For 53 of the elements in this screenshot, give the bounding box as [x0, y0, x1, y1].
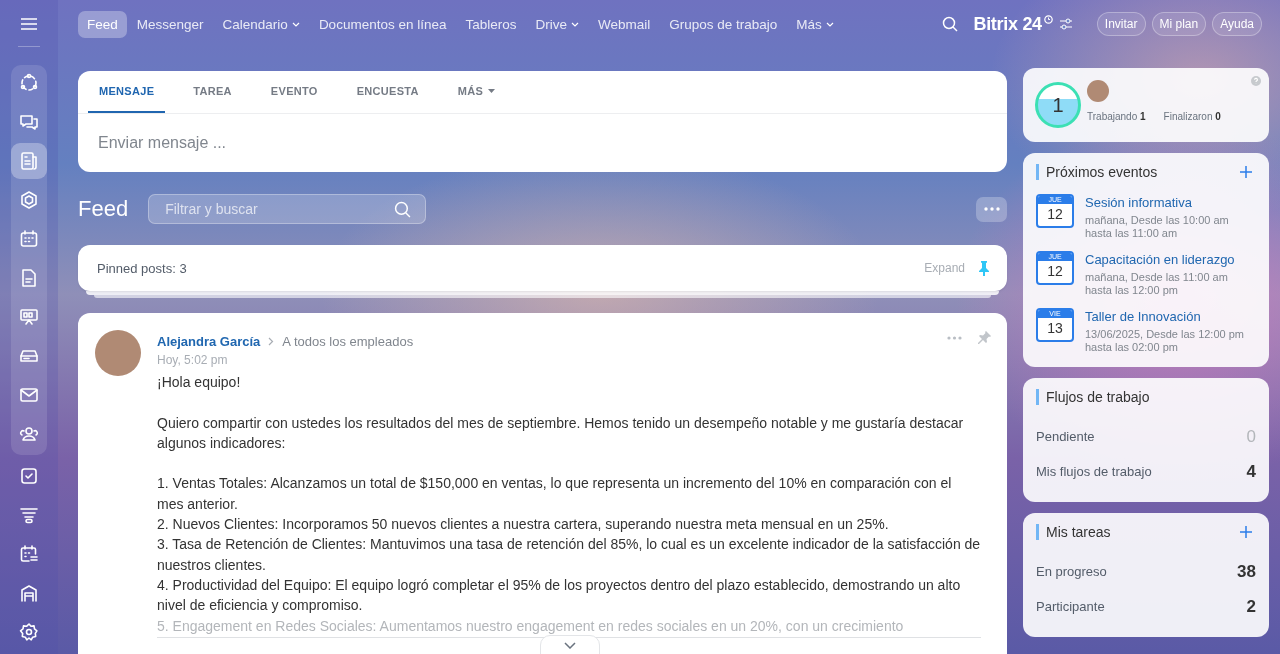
- worktime-stat: Finalizaron 0: [1163, 111, 1221, 122]
- header-button[interactable]: Invitar: [1096, 12, 1146, 36]
- search-input[interactable]: Filtrar y buscar: [163, 200, 395, 218]
- counter-label[interactable]: Pendiente: [1036, 429, 1095, 444]
- post-text: 1. Ventas Totales: Alcanzamos un total de $150,000 en ventas, lo que representa un incremento del 10% en comparación con el mes anterior.: [157, 474, 953, 514]
- header-button[interactable]: Mi plan: [1151, 12, 1207, 36]
- counter-label[interactable]: Participante: [1036, 599, 1105, 614]
- counter-value: 2: [1246, 596, 1256, 617]
- author-link[interactable]: Alejandra García: [157, 334, 261, 349]
- post-text: Quiero compartir con ustedes los resultados del mes de septiembre. Hemos tenido un desempeño notable y me gustaría destacar algunos indicadores:: [157, 413, 965, 453]
- event-time: mañana, Desde las 10:00 am hasta las 11:00 am: [1085, 214, 1230, 240]
- event-link[interactable]: Taller de Innovación: [1085, 308, 1256, 325]
- nav-tab[interactable]: Drive: [526, 10, 588, 38]
- message-input[interactable]: Enviar mensaje ...: [98, 134, 987, 152]
- nav-tab[interactable]: Feed: [78, 10, 127, 38]
- counter-value: 4: [1246, 461, 1256, 482]
- post-text: 2. Nuevos Clientes: Incorporamos 50 nuevos clientes a nuestra cartera, superando nuestra meta mensual en un 25%.: [157, 515, 890, 535]
- feed-title: Feed: [78, 196, 129, 222]
- nav-tab[interactable]: Messenger: [127, 10, 213, 38]
- counter-value: 0: [1246, 426, 1256, 447]
- post-text: 3. Tasa de Retención de Clientes: Mantuvimos una tasa de retención del 85%, lo cual es un excelente indicador de la satisfacción de nuestros clientes.: [157, 535, 981, 575]
- nav-tab[interactable]: Más: [787, 10, 843, 38]
- card-title: Mis tareas: [1046, 524, 1111, 540]
- composer-tab[interactable]: MÁS: [446, 71, 507, 113]
- post-text: 4. Productividad del Equipo: El equipo logró completar el 95% de los proyectos dentro del plazo establecido, demostrando un alto nivel de eficiencia y compromiso.: [157, 575, 962, 616]
- event-time: mañana, Desde las 11:00 am hasta las 12:00 pm: [1085, 271, 1229, 297]
- nav-tab[interactable]: Documentos en línea: [309, 10, 456, 38]
- event-link[interactable]: Sesión informativa: [1085, 194, 1256, 211]
- nav-tab[interactable]: Grupos de trabajo: [660, 10, 787, 38]
- worktime-stat: Trabajando 1: [1087, 111, 1146, 122]
- composer-tab[interactable]: TAREA: [182, 71, 243, 113]
- card-title: Próximos eventos: [1046, 164, 1158, 180]
- pinned-posts-label: Pinned posts: 3: [97, 260, 187, 276]
- header-button[interactable]: Ayuda: [1212, 12, 1262, 36]
- expand-link[interactable]: Expand: [924, 261, 965, 275]
- card-title: Flujos de trabajo: [1046, 389, 1150, 405]
- counter-label[interactable]: Mis flujos de trabajo: [1036, 464, 1152, 479]
- counter-value: 38: [1237, 561, 1256, 582]
- nav-tab[interactable]: Calendario: [213, 10, 309, 38]
- event-time: 13/06/2025, Desde las 12:00 pm hasta las 02:00 pm: [1085, 328, 1245, 354]
- composer-tab[interactable]: ENCUESTA: [345, 71, 430, 113]
- nav-tab[interactable]: Tableros: [456, 10, 526, 38]
- event-link[interactable]: Capacitación en liderazgo: [1085, 251, 1256, 268]
- composer-tab[interactable]: EVENTO: [259, 71, 329, 113]
- nav-tab[interactable]: Webmail: [589, 10, 660, 38]
- recipients-text: A todos los empleados: [282, 334, 414, 349]
- post-time: Hoy, 5:02 pm: [157, 353, 229, 367]
- counter-label[interactable]: En progreso: [1036, 564, 1107, 579]
- search-field[interactable]: Filtrar y buscar: [148, 194, 427, 224]
- post-text: 5. Engagement en Redes Sociales: Aumentamos nuestro engagement en redes sociales en un 20%, con un crecimiento: [157, 616, 905, 636]
- post-text: ¡Hola equipo!: [157, 373, 242, 392]
- worktime-counter[interactable]: 1: [1035, 82, 1081, 128]
- logo-text: Bitrix 24: [973, 13, 1042, 35]
